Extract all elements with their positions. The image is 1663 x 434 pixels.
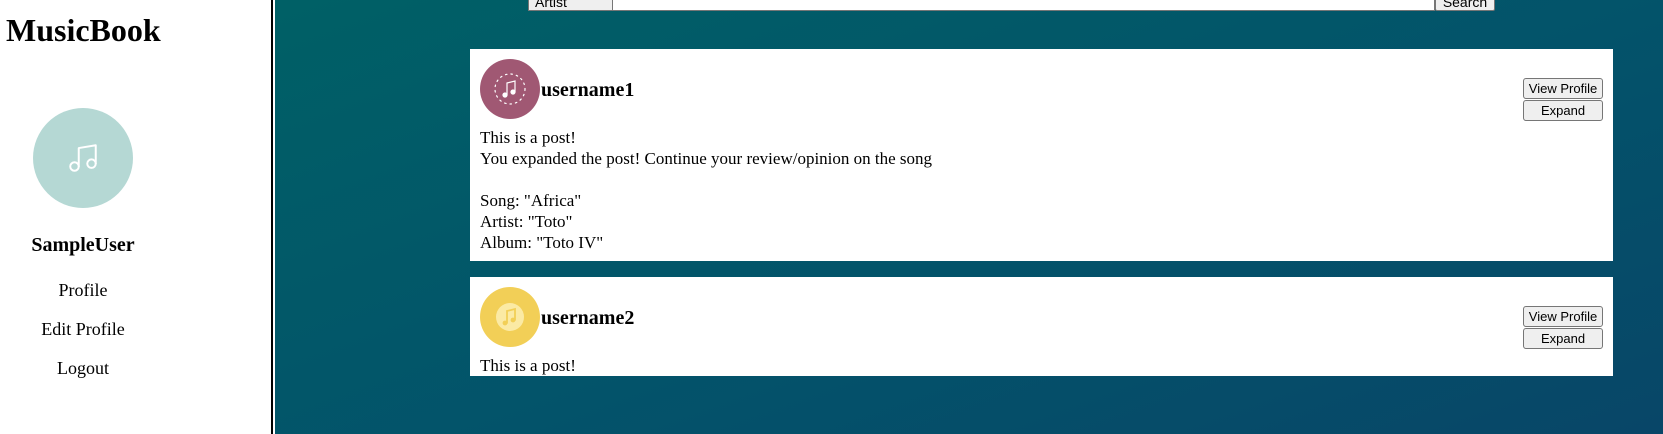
post-album: Album: "Toto IV" — [480, 233, 604, 252]
search-button[interactable]: Search — [1435, 0, 1495, 11]
music-note-icon — [494, 73, 526, 105]
search-bar: Artist Search — [528, 0, 1495, 11]
search-filter-select[interactable]: Artist — [528, 0, 613, 11]
sidebar-username: SampleUser — [31, 234, 135, 256]
sidebar: MusicBook SampleUser Profile Edit Profil… — [0, 0, 273, 434]
brand-title: MusicBook — [6, 12, 161, 48]
post-text: This is a post! — [480, 356, 576, 375]
post-avatar[interactable] — [480, 59, 540, 119]
post-song: Song: "Africa" — [480, 191, 582, 210]
post-card: username2 View Profile Expand This is a … — [470, 277, 1613, 376]
music-note-icon — [69, 144, 97, 172]
post-text: This is a post! — [480, 128, 576, 147]
sidebar-link-logout[interactable]: Logout — [0, 358, 166, 379]
post-artist: Artist: "Toto" — [480, 212, 573, 231]
main-feed: Artist Search username1 View Profile Exp… — [275, 0, 1663, 434]
sidebar-link-profile[interactable]: Profile — [0, 280, 166, 301]
post-username[interactable]: username1 — [541, 79, 634, 102]
post-username[interactable]: username2 — [541, 307, 634, 330]
post-avatar[interactable] — [480, 287, 540, 347]
search-input[interactable] — [613, 0, 1435, 11]
expand-button[interactable]: Expand — [1523, 328, 1603, 349]
profile-avatar — [33, 108, 133, 208]
view-profile-button[interactable]: View Profile — [1523, 78, 1603, 99]
post-body: This is a post! — [480, 355, 576, 376]
sidebar-link-edit-profile[interactable]: Edit Profile — [0, 319, 166, 340]
expand-button[interactable]: Expand — [1523, 100, 1603, 121]
post-body: This is a post! You expanded the post! C… — [480, 127, 932, 253]
music-note-icon — [496, 303, 524, 331]
post-expanded-text: You expanded the post! Continue your rev… — [480, 149, 933, 168]
view-profile-button[interactable]: View Profile — [1523, 306, 1603, 327]
post-card: username1 View Profile Expand This is a … — [470, 49, 1613, 261]
